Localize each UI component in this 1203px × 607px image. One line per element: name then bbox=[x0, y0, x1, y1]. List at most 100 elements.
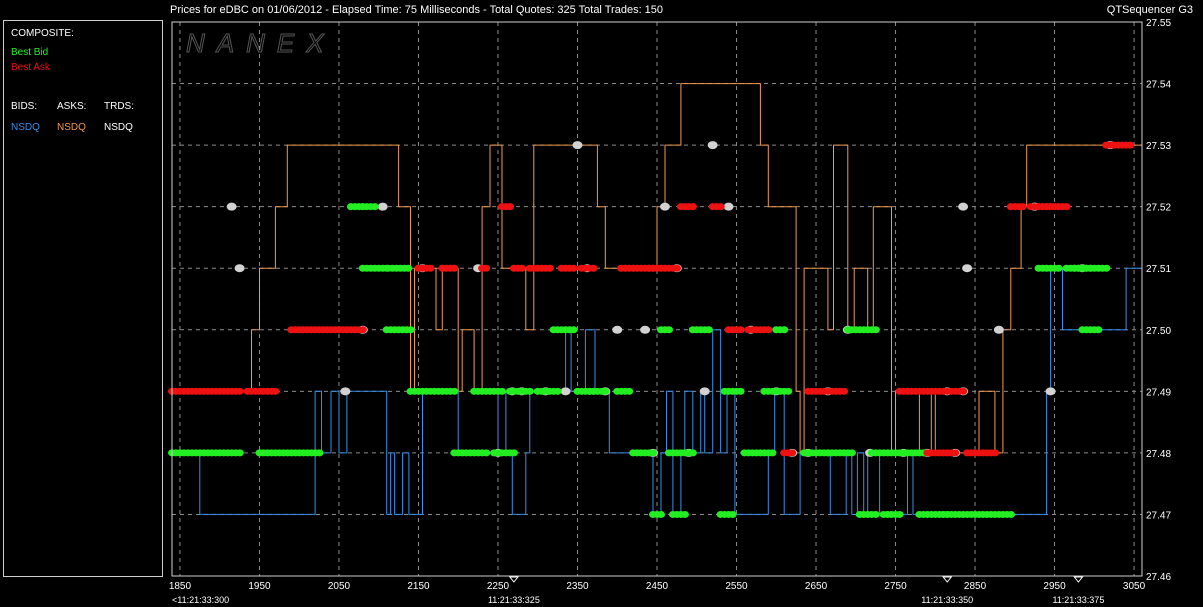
best-bid-point bbox=[688, 449, 697, 457]
y-tick-label: 27.51 bbox=[1146, 264, 1171, 275]
x-tick-label: 2050 bbox=[328, 581, 351, 592]
best-bid-point bbox=[657, 510, 665, 518]
trade-point bbox=[340, 387, 351, 396]
best-ask-point bbox=[482, 264, 491, 272]
y-tick-label: 27.48 bbox=[1146, 449, 1171, 460]
trds-label: TRDS: bbox=[104, 101, 134, 112]
best-bid-point bbox=[871, 510, 880, 518]
x-tick-label: 2450 bbox=[646, 581, 669, 592]
best-bid-point bbox=[625, 387, 634, 395]
best-ask-point bbox=[840, 387, 849, 395]
y-tick-label: 27.47 bbox=[1146, 510, 1171, 521]
time-label: 11:21:33:375 bbox=[1052, 595, 1104, 605]
trade-point bbox=[699, 387, 710, 396]
composite-label: COMPOSITE: bbox=[11, 28, 74, 39]
trade-point bbox=[572, 141, 583, 150]
chart-title: Prices for eDBC on 01/06/2012 - Elapsed … bbox=[170, 4, 664, 16]
bids-label: BIDS: bbox=[11, 101, 38, 112]
legend-best-ask: Best Ask bbox=[11, 62, 50, 73]
best-ask-point bbox=[589, 264, 598, 272]
time-marker bbox=[508, 576, 519, 583]
best-bid-point bbox=[498, 387, 507, 395]
trade-point bbox=[226, 202, 237, 211]
time-marker bbox=[942, 576, 953, 583]
best-bid-point bbox=[895, 510, 904, 518]
x-tick-label: 1850 bbox=[169, 581, 192, 592]
best-ask-point bbox=[1062, 203, 1071, 211]
best-ask-point bbox=[271, 387, 280, 395]
x-tick-label: 1950 bbox=[248, 581, 271, 592]
legend-best-bid: Best Bid bbox=[11, 47, 49, 58]
x-tick-label: 2750 bbox=[884, 581, 907, 592]
x-tick-label: 2150 bbox=[407, 581, 430, 592]
best-bid-point bbox=[370, 203, 379, 211]
x-tick-label: 2350 bbox=[566, 581, 589, 592]
trade-point bbox=[723, 202, 734, 211]
best-bid-point bbox=[404, 264, 413, 272]
best-ask-point bbox=[1126, 141, 1135, 149]
y-tick-label: 27.49 bbox=[1146, 387, 1171, 398]
best-bid-point bbox=[728, 510, 737, 518]
trade-point bbox=[1045, 387, 1056, 396]
best-bid-point bbox=[450, 387, 459, 395]
app-name: QTSequencer G3 bbox=[1106, 4, 1193, 16]
trade-point bbox=[659, 202, 670, 211]
title-bar: Prices for eDBC on 01/06/2012 - Elapsed … bbox=[0, 0, 1203, 18]
trade-point bbox=[612, 325, 623, 334]
y-tick-label: 27.53 bbox=[1146, 141, 1171, 152]
best-ask-point bbox=[358, 326, 367, 334]
best-ask-point bbox=[545, 264, 554, 272]
trade-point bbox=[958, 202, 969, 211]
best-ask-point bbox=[235, 387, 244, 395]
best-bid-point bbox=[704, 326, 713, 334]
best-ask-point bbox=[517, 264, 526, 272]
asks-exchange: NSDQ bbox=[57, 122, 86, 133]
best-ask-point bbox=[426, 264, 435, 272]
trade-point bbox=[377, 202, 388, 211]
best-ask-point bbox=[736, 326, 745, 334]
y-tick-label: 27.55 bbox=[1146, 18, 1171, 29]
price-chart: NANEX 27.46 27.47 27.48 27.49 27.50 27.51 27.5… bbox=[168, 18, 1171, 605]
best-ask-point bbox=[959, 387, 968, 395]
trade-point bbox=[234, 264, 245, 273]
trds-exchange: NSDQ bbox=[104, 122, 133, 133]
x-tick-label: 2950 bbox=[1043, 581, 1066, 592]
trade-point bbox=[707, 141, 718, 150]
best-ask-point bbox=[506, 203, 514, 211]
trade-point bbox=[962, 264, 973, 273]
best-bid-point bbox=[1094, 326, 1103, 334]
x-tick-label: 2650 bbox=[805, 581, 828, 592]
time-label: 11:21:33:350 bbox=[921, 595, 973, 605]
best-ask-point bbox=[951, 449, 960, 457]
time-label: <11:21:33:300 bbox=[172, 595, 229, 605]
best-ask-point bbox=[450, 264, 459, 272]
best-ask-point bbox=[673, 264, 681, 272]
best-bid-point bbox=[780, 326, 789, 334]
watermark: NANEX bbox=[186, 28, 336, 58]
best-bid-point bbox=[665, 326, 673, 334]
best-bid-point bbox=[569, 326, 578, 334]
best-bid-point bbox=[315, 449, 324, 457]
best-bid-point bbox=[482, 449, 491, 457]
best-bid-point bbox=[1102, 264, 1111, 272]
best-ask-point bbox=[991, 449, 1000, 457]
best-ask-point bbox=[688, 203, 697, 211]
best-bid-point bbox=[649, 449, 658, 457]
best-bid-point bbox=[601, 387, 610, 395]
asks-label: ASKS: bbox=[57, 101, 87, 112]
trade-point bbox=[640, 325, 651, 334]
y-tick-label: 27.46 bbox=[1146, 572, 1171, 583]
x-tick-label: 2850 bbox=[964, 581, 987, 592]
best-ask-point bbox=[569, 264, 578, 272]
trade-point bbox=[560, 387, 571, 396]
best-bid-point bbox=[871, 326, 880, 334]
time-marker bbox=[1073, 576, 1084, 583]
best-bid-point bbox=[784, 387, 793, 395]
legend-panel: COMPOSITE: Best Bid Best Ask BIDS: ASKS:… bbox=[3, 20, 163, 577]
best-ask-point bbox=[788, 449, 797, 457]
y-tick-label: 27.52 bbox=[1146, 203, 1171, 214]
best-ask-point bbox=[764, 326, 773, 334]
best-bid-point bbox=[525, 387, 534, 395]
best-bid-point bbox=[680, 510, 689, 518]
best-bid-point bbox=[847, 449, 856, 457]
